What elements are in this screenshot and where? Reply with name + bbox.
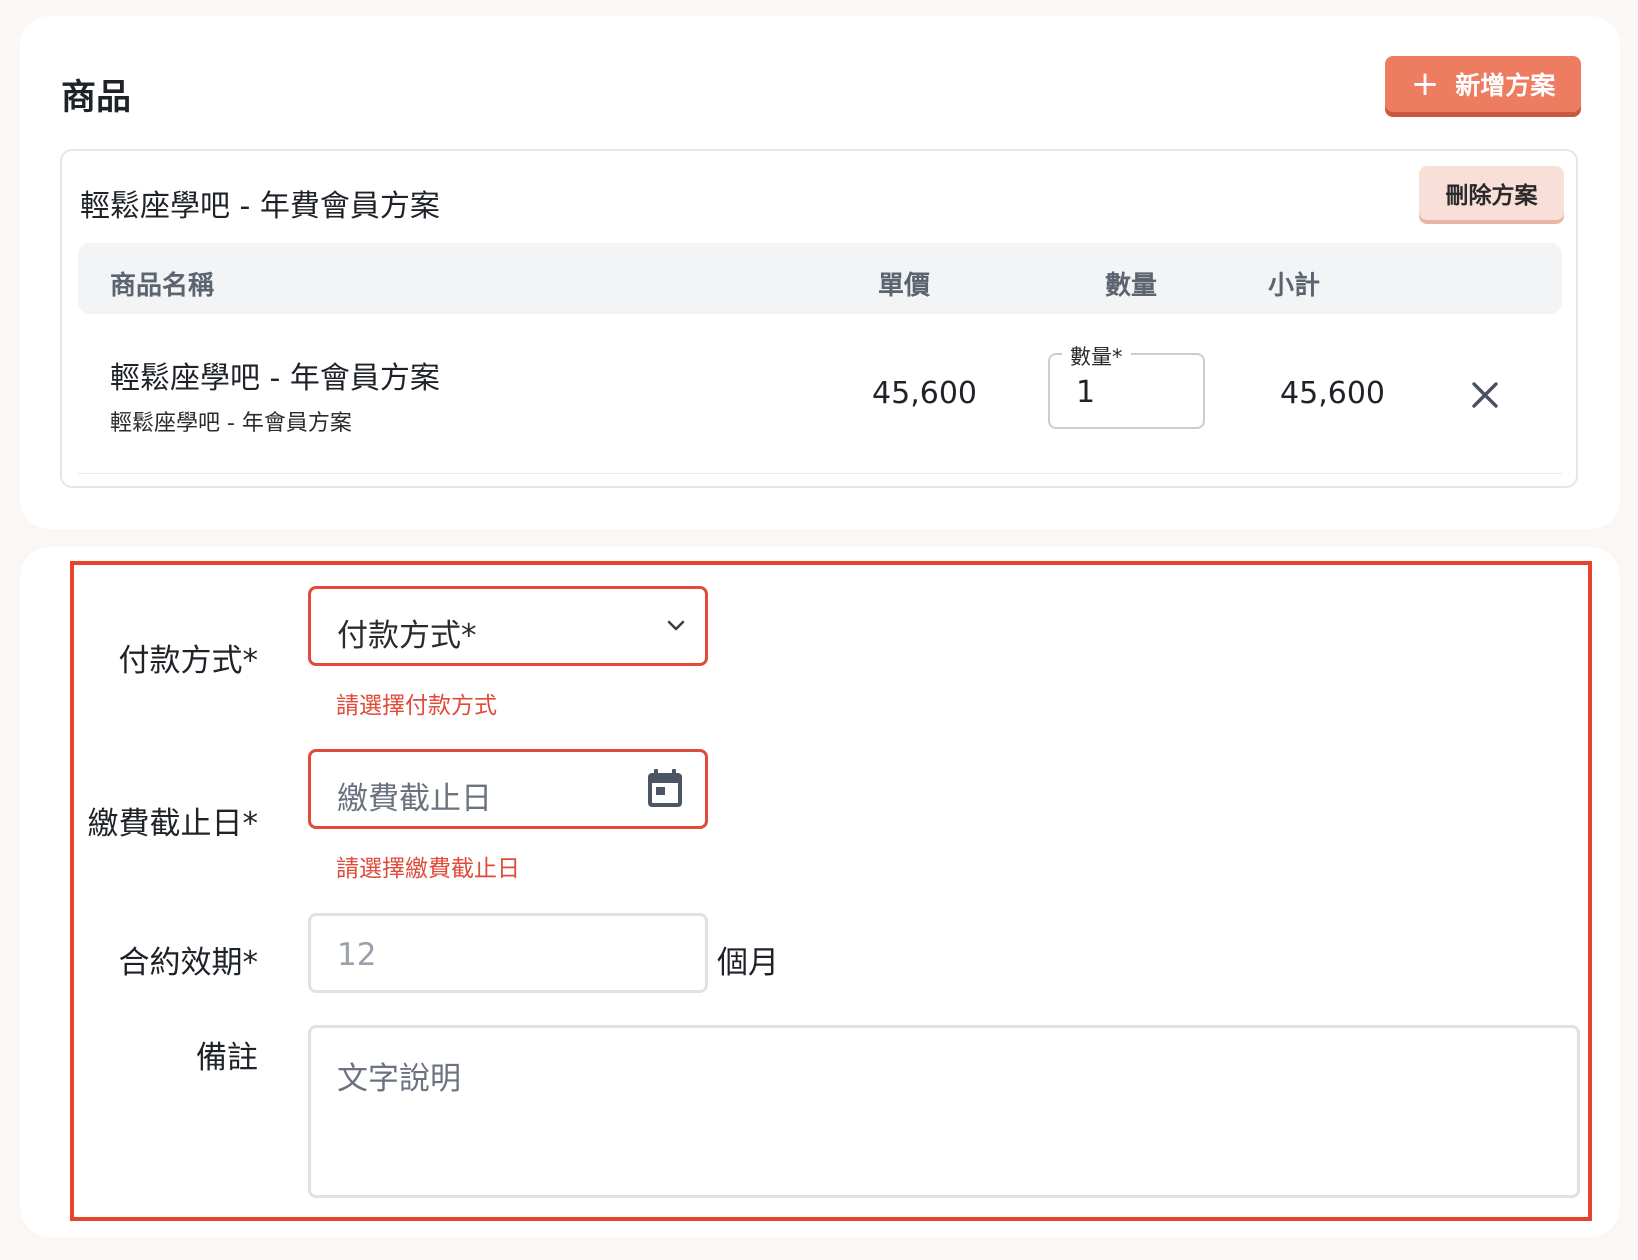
plan-title: 輕鬆座學吧 - 年費會員方案: [80, 189, 440, 224]
close-icon[interactable]: [1465, 375, 1505, 415]
quantity-value: 1: [1076, 375, 1096, 410]
column-header-price: 單價: [878, 271, 931, 301]
due-date-label: 繳費截止日*: [87, 806, 259, 842]
notes-textarea[interactable]: 文字說明: [308, 1025, 1580, 1198]
quantity-input-label: 數量*: [1062, 341, 1131, 371]
contract-period-placeholder: 12: [337, 937, 377, 973]
contract-period-unit: 個月: [717, 945, 779, 981]
delete-plan-button[interactable]: 刪除方案: [1419, 166, 1564, 220]
add-plan-label: 新增方案: [1455, 71, 1556, 100]
product-name: 輕鬆座學吧 - 年會員方案: [110, 361, 440, 396]
plan-box: 輕鬆座學吧 - 年費會員方案 刪除方案 商品名稱 單價 數量 小計 輕鬆座學吧 …: [60, 149, 1578, 488]
contract-period-label: 合約效期*: [118, 945, 259, 981]
row-divider: [78, 473, 1562, 474]
products-section-title: 商品: [61, 78, 132, 118]
unit-price: 45,600: [872, 376, 977, 411]
chevron-down-icon: [665, 618, 687, 638]
contract-period-input[interactable]: 12: [308, 913, 708, 993]
payment-method-label: 付款方式*: [118, 643, 259, 679]
notes-label: 備註: [196, 1040, 258, 1076]
payment-method-select[interactable]: 付款方式*: [308, 586, 708, 666]
add-plan-button[interactable]: + 新增方案: [1385, 56, 1581, 112]
plus-icon: +: [1410, 64, 1440, 104]
due-date-placeholder: 繳費截止日: [337, 781, 492, 817]
products-card: 商品 + 新增方案 輕鬆座學吧 - 年費會員方案 刪除方案 商品名稱 單價 數量…: [20, 16, 1620, 529]
due-date-input[interactable]: 繳費截止日: [308, 749, 708, 829]
due-date-error: 請選擇繳費截止日: [336, 856, 520, 882]
payment-method-error: 請選擇付款方式: [336, 693, 497, 719]
column-header-subtotal: 小計: [1268, 271, 1321, 301]
table-header: 商品名稱 單價 數量 小計: [78, 243, 1562, 314]
subtotal: 45,600: [1280, 376, 1385, 411]
notes-placeholder: 文字說明: [337, 1061, 461, 1097]
payment-method-placeholder: 付款方式*: [337, 618, 477, 654]
column-header-quantity: 數量: [1105, 271, 1158, 301]
product-subname: 輕鬆座學吧 - 年會員方案: [110, 411, 352, 436]
quantity-input[interactable]: 數量* 1: [1048, 341, 1205, 429]
column-header-name: 商品名稱: [110, 271, 215, 301]
calendar-icon[interactable]: [645, 768, 685, 814]
